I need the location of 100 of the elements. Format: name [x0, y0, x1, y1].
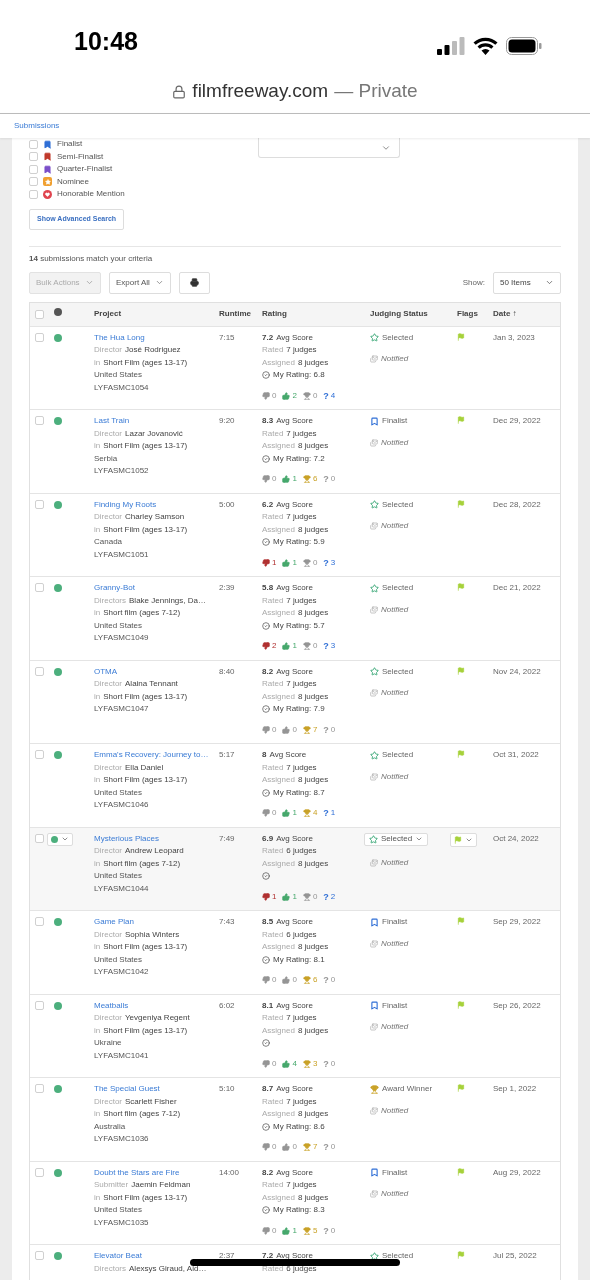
project-link[interactable]: The Hua Long — [94, 331, 145, 344]
checkbox[interactable] — [29, 177, 38, 187]
question-mark: ? — [323, 723, 329, 736]
checkbox[interactable] — [35, 583, 44, 592]
my-rating: My Rating: 8.3 — [273, 1204, 325, 1216]
print-icon — [190, 278, 199, 287]
vote-count: 1 — [292, 1224, 297, 1237]
vote-count: 1 — [292, 807, 297, 819]
project-link[interactable]: Doubt the Stars are Fire — [94, 1166, 180, 1179]
country-text: Australia — [94, 1120, 126, 1133]
checkbox[interactable] — [35, 309, 44, 319]
category-prefix: in — [94, 440, 101, 452]
role-label: Submitter — [94, 1179, 129, 1191]
checkbox[interactable] — [35, 1000, 44, 1010]
flag-dropdown[interactable] — [450, 832, 477, 847]
flag-icon[interactable] — [457, 332, 465, 341]
date-text: Oct 24, 2022 — [493, 833, 539, 843]
person-name: Andrew Leopard — [125, 845, 184, 857]
country-text: United States — [94, 619, 143, 632]
url-text[interactable]: filmfreeway.com — [192, 77, 329, 106]
notified-label: Notified — [381, 1188, 409, 1200]
checkbox[interactable] — [35, 416, 44, 425]
checkbox[interactable] — [35, 499, 44, 509]
vote-count: 0 — [292, 1141, 297, 1153]
checkbox[interactable] — [35, 1251, 44, 1260]
checkbox[interactable] — [35, 833, 44, 843]
flag-icon[interactable] — [457, 1251, 465, 1259]
chevron-down-icon — [155, 278, 164, 287]
category-name: Short film (ages 7-12) — [103, 607, 181, 619]
column-header[interactable]: Runtime — [219, 309, 251, 318]
status-dropdown[interactable]: Selected — [364, 832, 429, 846]
country-text: United States — [94, 953, 143, 966]
flag-icon[interactable] — [457, 917, 465, 925]
export-dropdown[interactable]: Export All — [109, 271, 171, 294]
role-label: Director — [94, 761, 122, 774]
checkbox[interactable] — [29, 189, 38, 199]
column-header[interactable]: Date ↑ — [493, 309, 517, 318]
assigned-count: 8 judges — [297, 774, 329, 786]
column-header[interactable]: Flags — [457, 309, 478, 318]
category-name: Short Film (ages 13-17) — [103, 1024, 188, 1037]
checkbox[interactable] — [35, 917, 44, 926]
page-size-select[interactable]: 50 Items — [493, 271, 561, 294]
runtime-text: 5:17 — [219, 750, 235, 759]
vote-count: 1 — [330, 807, 336, 819]
my-rating: My Rating: 8.7 — [273, 786, 325, 799]
checkbox[interactable] — [35, 1084, 44, 1093]
project-link[interactable]: The Special Guest — [94, 1083, 160, 1096]
vote-count: 0 — [272, 1224, 277, 1237]
checkbox[interactable] — [29, 152, 38, 162]
nav-link[interactable]: Submissions — [14, 120, 60, 132]
project-link[interactable]: OTMA — [94, 665, 118, 678]
date-text: Dec 21, 2022 — [493, 583, 541, 592]
avg-score-label: Avg Score — [269, 749, 307, 761]
status-dropdown[interactable] — [47, 832, 73, 846]
status-column-icon — [54, 308, 62, 316]
runtime-text: 14:00 — [219, 1167, 240, 1177]
chevron-down-icon — [415, 835, 424, 843]
chevron-down-icon — [85, 278, 94, 287]
notified-label: Notified — [381, 1021, 409, 1033]
project-link[interactable]: Last Train — [94, 415, 130, 428]
status-label: Selected — [382, 749, 414, 761]
notified-label: Notified — [381, 1104, 409, 1117]
flag-icon[interactable] — [457, 1084, 465, 1092]
project-link[interactable]: Meatballs — [94, 999, 129, 1012]
rated-count: 7 judges — [286, 427, 317, 440]
column-header[interactable]: Rating — [262, 309, 287, 318]
checkbox[interactable] — [35, 1167, 44, 1177]
country-text: United States — [94, 369, 143, 381]
avg-score-label: Avg Score — [276, 331, 313, 344]
flag-icon[interactable] — [457, 666, 465, 675]
checkbox[interactable] — [35, 750, 44, 759]
filter-dropdown[interactable] — [258, 138, 400, 158]
flag-icon[interactable] — [457, 1167, 465, 1176]
project-link[interactable]: Emma's Recovery: Journey to… — [94, 749, 209, 762]
signal-icon — [437, 37, 465, 55]
vote-count: 3 — [312, 1057, 318, 1070]
flag-icon[interactable] — [457, 416, 465, 424]
rated-label: Rated — [262, 344, 284, 356]
column-header[interactable]: Project — [94, 309, 122, 318]
checkbox[interactable] — [35, 666, 44, 676]
checkbox[interactable] — [35, 332, 44, 342]
assigned-count: 8 judges — [297, 356, 329, 369]
flag-icon[interactable] — [457, 1000, 465, 1009]
checkbox[interactable] — [29, 164, 38, 174]
project-link[interactable]: Granny-Bot — [94, 582, 135, 595]
avg-score-label: Avg Score — [276, 415, 313, 427]
flag-icon[interactable] — [457, 750, 465, 758]
runtime-text: 7:49 — [219, 833, 235, 843]
flag-icon[interactable] — [457, 499, 465, 508]
checkbox[interactable] — [29, 139, 38, 149]
assigned-count: 8 judges — [297, 690, 329, 703]
project-link[interactable]: Finding My Roots — [94, 498, 157, 511]
vote-count: 0 — [272, 1057, 277, 1070]
project-link[interactable]: Game Plan — [94, 916, 135, 929]
project-link[interactable]: Mysterious Places — [94, 832, 159, 845]
print-button[interactable] — [179, 271, 210, 294]
column-header[interactable]: Judging Status — [370, 309, 428, 318]
filter-label: Honorable Mention — [57, 188, 125, 200]
project-link[interactable]: Elevator Beat — [94, 1250, 143, 1263]
flag-icon[interactable] — [457, 583, 465, 591]
